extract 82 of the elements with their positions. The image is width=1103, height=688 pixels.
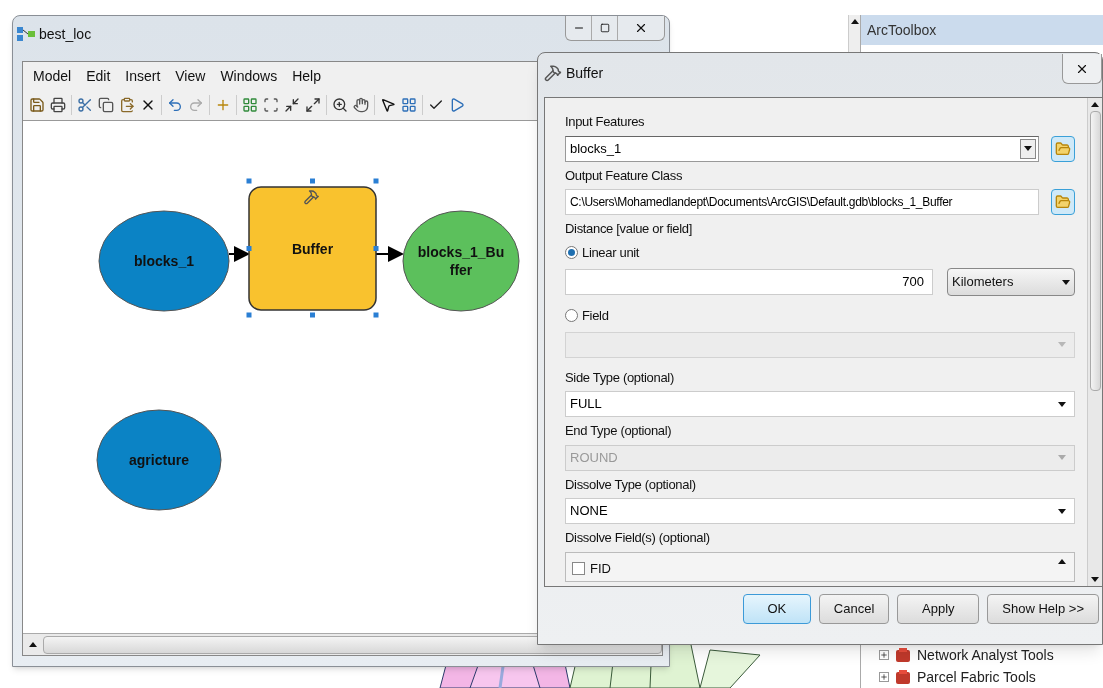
checkbox[interactable] — [572, 561, 585, 575]
print-icon[interactable] — [50, 97, 66, 113]
grid-icon[interactable] — [242, 97, 258, 113]
unit-dropdown[interactable]: Kilometers — [947, 268, 1075, 296]
radio-label: Field — [582, 307, 609, 325]
data-node[interactable] — [98, 210, 230, 312]
dropdown-arrow-icon — [1058, 342, 1066, 347]
dialog-button[interactable]: Cancel — [818, 594, 890, 624]
menu-item[interactable]: Help — [292, 65, 321, 87]
dropdown-arrow-icon — [1024, 146, 1032, 151]
run-icon[interactable] — [449, 97, 465, 113]
toolbox-icon — [895, 647, 911, 663]
node-label: blocks_1_Bu ffer — [417, 244, 505, 278]
radio-button[interactable] — [565, 245, 578, 259]
dropdown-arrow-icon — [1058, 455, 1066, 460]
node-label: blocks_1 — [134, 253, 194, 269]
dropdown-arrow-icon — [1091, 577, 1099, 582]
shrink-icon[interactable] — [284, 97, 300, 113]
hammer-icon — [304, 191, 319, 204]
dropdown-arrow-icon — [1058, 508, 1066, 514]
hammer-icon — [544, 64, 562, 82]
menu-item[interactable]: Windows — [220, 65, 278, 87]
path-field[interactable]: C:\Users\Mohamedlandept\Documents\ArcGIS\Default.gdb\blocks_1_Buffer — [565, 189, 1039, 215]
menu-item[interactable]: View — [175, 65, 206, 87]
folder-icon — [1055, 194, 1071, 210]
parameter-label: End Type (optional) — [565, 422, 673, 440]
radio-button[interactable] — [565, 309, 578, 323]
window-title: best_loc — [39, 24, 92, 44]
menu-item[interactable]: Model — [33, 65, 72, 87]
hand-icon[interactable] — [353, 97, 369, 113]
panel-title: ArcToolbox — [861, 15, 1103, 45]
dropdown-toggle[interactable] — [1020, 138, 1036, 159]
radio-label: Linear unit — [582, 243, 640, 262]
dialog-title: Buffer — [566, 63, 604, 83]
save-icon[interactable] — [29, 97, 45, 113]
menu-item[interactable]: Insert — [125, 65, 161, 87]
model-icon — [17, 27, 35, 41]
connector-arrow — [375, 246, 404, 262]
dropdown-arrow-icon — [1058, 558, 1066, 564]
vertical-scrollbar[interactable] — [1087, 98, 1102, 586]
dialog-button[interactable]: Show Help >> — [987, 594, 1099, 624]
parameter-label: Side Type (optional) — [565, 368, 675, 387]
parameter-label: Dissolve Type (optional) — [565, 475, 697, 494]
pointer-icon[interactable] — [380, 97, 396, 113]
tree-item[interactable]: Parcel Fabric Tools — [917, 666, 1036, 688]
undo-icon[interactable] — [167, 97, 183, 113]
close-button[interactable] — [1062, 54, 1102, 84]
parameter-label: Distance [value or field] — [565, 220, 693, 238]
folder-icon — [1055, 140, 1071, 157]
dropdown-arrow-icon — [850, 19, 859, 24]
checkbox-label: FID — [590, 559, 611, 578]
browse-button[interactable] — [1051, 189, 1075, 215]
close-icon — [634, 21, 648, 35]
node-label: Buffer — [291, 240, 334, 257]
zoom-in-icon[interactable] — [332, 97, 348, 113]
distance-field[interactable]: 700 — [565, 269, 933, 295]
output-node[interactable] — [402, 210, 520, 312]
browse-button[interactable] — [1051, 135, 1075, 162]
maximize-icon — [599, 23, 610, 33]
full-extent-icon[interactable] — [263, 97, 279, 113]
dropdown-arrow-icon — [29, 642, 37, 647]
dropdown-arrow-icon — [1091, 102, 1099, 107]
menu-item[interactable]: Edit — [86, 65, 111, 87]
toolbox-icon — [895, 669, 911, 685]
expand-icon[interactable] — [305, 97, 321, 113]
dialog-button[interactable]: OK — [742, 594, 811, 624]
dropdown-field[interactable]: NONE — [565, 498, 1075, 524]
node-label: agricture — [129, 452, 189, 468]
copy-icon[interactable] — [98, 97, 114, 113]
parameter-label: Output Feature Class — [565, 166, 684, 185]
data-node[interactable] — [96, 409, 222, 511]
dropdown-field[interactable]: FULL — [565, 391, 1075, 417]
paste-icon[interactable] — [119, 97, 135, 113]
combo-field[interactable]: blocks_1 — [565, 135, 1039, 162]
dropdown-arrow-icon — [1058, 401, 1066, 407]
tree-item[interactable]: Network Analyst Tools — [917, 644, 1054, 666]
cut-icon[interactable] — [77, 97, 93, 113]
dialog-button[interactable]: Apply — [897, 594, 980, 624]
dropdown-arrow-icon — [1062, 279, 1070, 285]
parameter-label: Input Features — [565, 113, 646, 131]
connector-arrow — [228, 246, 250, 262]
parameter-label: Dissolve Field(s) (optional) — [565, 529, 711, 547]
